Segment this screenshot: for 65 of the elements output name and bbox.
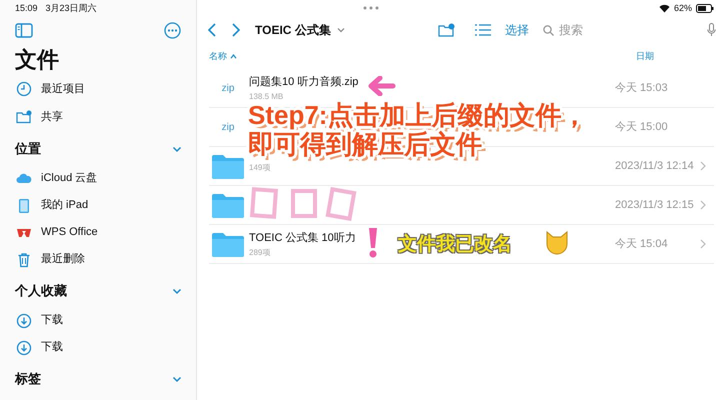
back-icon[interactable] [207,23,217,37]
list-view-icon[interactable] [475,24,491,36]
microphone-icon[interactable] [707,23,716,37]
file-name[interactable]: 问题集10 听力音频.zip [249,74,358,88]
section-heading: 个人收藏 [15,282,67,300]
sort-ascending-icon [230,54,237,59]
chevron-icon[interactable] [172,286,182,296]
sidebar-item[interactable]: WPS Office [0,219,196,246]
search-icon [543,24,554,36]
arrow-sticker-icon [368,76,396,96]
sidebar-title: 文件 [14,46,60,74]
file-date: 2023/11/3 12:15 [615,198,695,213]
folder-title-menu[interactable]: TOEIC 公式集 [255,21,345,39]
section-heading: 位置 [15,140,41,158]
file-info: 138.5 MB [249,92,284,102]
trash-icon [16,252,32,268]
step-caption: 即可得到解压后文件 [248,130,483,159]
zip-file-icon: zip [212,120,244,134]
file-name[interactable]: TOEIC 公式集 10听力 [249,230,356,244]
folder-icon [212,154,244,178]
status-date: 3月23日周六 [46,2,97,15]
download-icon [16,340,32,356]
clock-icon [16,81,32,97]
wifi-icon [658,4,670,13]
sidebar-toggle-icon[interactable] [15,22,33,38]
sidebar-item[interactable]: 我的 iPad [0,192,196,219]
cat-emoji-icon [544,230,570,256]
file-date: 2023/11/3 12:14 [615,158,695,174]
select-button[interactable]: 选择 [505,21,529,39]
date-column-header[interactable]: 日期 [636,50,654,64]
shared-folder-icon [16,109,32,125]
battery-icon [696,4,714,13]
new-folder-icon[interactable] [438,23,455,37]
file-info: 149项 [249,162,270,172]
sidebar-item[interactable]: 最近删除 [0,246,196,273]
tablet-icon [16,198,32,214]
status-time: 15:09 [15,2,38,15]
step-caption: Step7:点击加上后缀的文件， [248,101,588,130]
dropdown-caret-icon [336,27,345,33]
chevron-right-icon [700,239,706,249]
chevron-right-icon [700,200,706,210]
sidebar-item[interactable]: 共享 [0,103,196,131]
battery-percent: 62% [674,2,692,15]
sidebar-item[interactable]: 下载 [0,334,196,361]
multitasking-dots-icon[interactable] [363,6,379,10]
exclamation-icon [366,225,380,258]
renamed-note: 文件我已改名 [398,232,512,257]
file-date: 今天 15:04 [615,236,669,252]
file-info: 289项 [249,248,270,258]
chevron-right-icon [700,161,706,171]
more-icon[interactable] [164,22,181,38]
file-date: 今天 15:03 [615,80,669,96]
chevron-icon[interactable] [172,144,182,154]
chevron-icon[interactable] [172,374,182,384]
forward-icon[interactable] [231,23,241,37]
folder-icon [212,232,244,256]
section-heading: 标签 [15,370,41,388]
sidebar-item[interactable]: iCloud 云盘 [0,165,196,192]
folder-icon [212,192,244,218]
download-icon [16,312,32,328]
name-column-header[interactable]: 名称 [209,50,227,64]
zip-file-icon: zip [212,80,244,96]
file-date: 今天 15:00 [615,120,669,135]
sidebar-item[interactable]: 最近项目 [0,75,196,103]
sidebar-item[interactable]: 下载 [0,307,196,334]
